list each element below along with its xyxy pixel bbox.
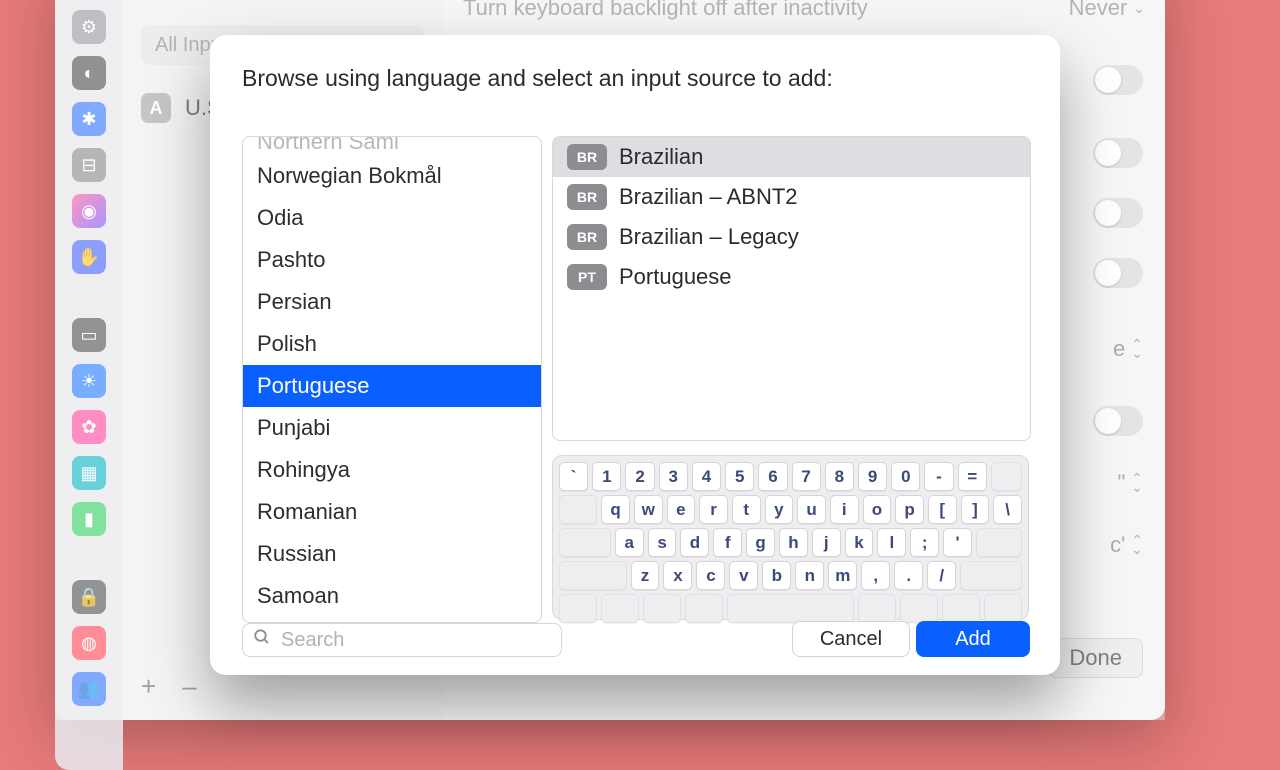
language-search[interactable] [242,623,562,657]
language-item[interactable]: Norwegian Bokmål [243,155,541,197]
keyboard-key: . [894,561,923,590]
keyboard-key: 2 [625,462,654,491]
cancel-button[interactable]: Cancel [792,621,910,657]
keyboard-key: = [958,462,987,491]
keyboard-key: v [729,561,758,590]
input-source-item[interactable]: BR Brazilian – Legacy [553,217,1030,257]
input-source-label: Brazilian – ABNT2 [619,184,798,210]
language-item[interactable]: Pashto [243,239,541,281]
keyboard-key: m [828,561,857,590]
keyboard-key: a [615,528,644,557]
keyboard-key: ] [961,495,990,524]
keyboard-key: o [863,495,892,524]
language-item[interactable]: Romanian [243,491,541,533]
search-icon [253,628,271,652]
locale-badge: BR [567,144,607,170]
add-input-source-sheet: Browse using language and select an inpu… [210,35,1060,675]
locale-badge: BR [567,224,607,250]
keyboard-key: f [713,528,742,557]
add-button[interactable]: Add [916,621,1030,657]
keyboard-key: l [877,528,906,557]
input-source-item[interactable]: PT Portuguese [553,257,1030,297]
keyboard-key: 8 [825,462,854,491]
language-item[interactable]: Punjabi [243,407,541,449]
keyboard-key: ' [943,528,972,557]
language-item[interactable]: Samoan [243,575,541,617]
input-source-label: Portuguese [619,264,732,290]
language-item[interactable]: Northern Sami [243,137,541,155]
keyboard-key: [ [928,495,957,524]
input-source-item[interactable]: BR Brazilian [553,137,1030,177]
keyboard-key: , [861,561,890,590]
locale-badge: PT [567,264,607,290]
sheet-title: Browse using language and select an inpu… [242,65,833,92]
keyboard-key: r [699,495,728,524]
keyboard-key: / [927,561,956,590]
language-item[interactable]: Portuguese [243,365,541,407]
keyboard-key: 6 [758,462,787,491]
keyboard-key: c [696,561,725,590]
keyboard-key: 1 [592,462,621,491]
keyboard-key: 5 [725,462,754,491]
keyboard-key: s [648,528,677,557]
keyboard-key: u [797,495,826,524]
keyboard-key: g [746,528,775,557]
keyboard-key: x [663,561,692,590]
keyboard-key: w [634,495,663,524]
keyboard-key: 0 [891,462,920,491]
language-item[interactable]: Odia [243,197,541,239]
language-list[interactable]: Northern SamiNorwegian BokmålOdiaPashtoP… [242,136,542,623]
keyboard-key: ; [910,528,939,557]
keyboard-key: 7 [792,462,821,491]
keyboard-key: b [762,561,791,590]
input-source-label: Brazilian [619,144,703,170]
keyboard-key: - [924,462,953,491]
keyboard-key: k [845,528,874,557]
search-input[interactable] [279,628,551,653]
keyboard-key: j [812,528,841,557]
language-item[interactable]: Persian [243,281,541,323]
keyboard-key: d [680,528,709,557]
language-item[interactable]: Polish [243,323,541,365]
keyboard-key: e [667,495,696,524]
keyboard-key: i [830,495,859,524]
keyboard-key: 3 [659,462,688,491]
keyboard-key: \ [993,495,1022,524]
keyboard-key: 9 [858,462,887,491]
keyboard-key: z [631,561,660,590]
keyboard-key: t [732,495,761,524]
keyboard-key: n [795,561,824,590]
keyboard-key: p [895,495,924,524]
locale-badge: BR [567,184,607,210]
keyboard-preview: `1234567890-= qwertyuiop[]\ asdfghjkl;' zxc… [552,455,1029,620]
keyboard-key: y [765,495,794,524]
keyboard-key: h [779,528,808,557]
input-source-item[interactable]: BR Brazilian – ABNT2 [553,177,1030,217]
language-item[interactable]: Rohingya [243,449,541,491]
language-item[interactable]: Russian [243,533,541,575]
input-source-label: Brazilian – Legacy [619,224,799,250]
keyboard-key: q [601,495,630,524]
keyboard-key: 4 [692,462,721,491]
input-source-list[interactable]: BR Brazilian BR Brazilian – ABNT2 BR Brazilia… [552,136,1031,441]
keyboard-key: ` [559,462,588,491]
